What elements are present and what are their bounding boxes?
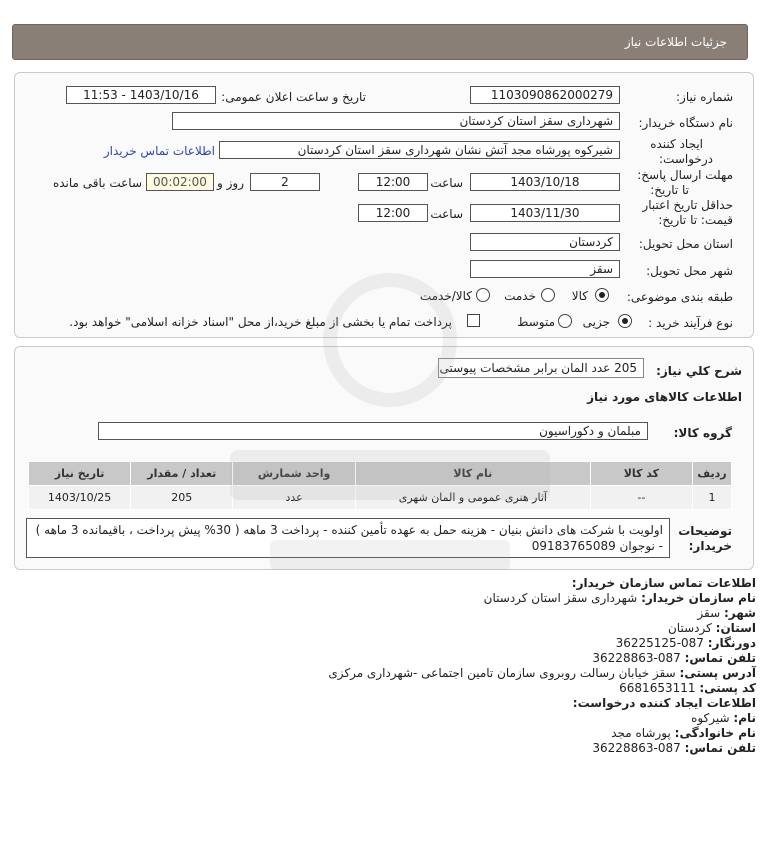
cell-unit: عدد	[232, 485, 356, 510]
goods-table-header: ردیف کد کالا نام کالا واحد شمارش تعداد /…	[27, 461, 733, 486]
buyer-phone-info: تلفن تماس: 087-36228863	[592, 651, 756, 665]
process-minor-label: جزیی	[582, 315, 610, 329]
treasury-payment-checkbox[interactable]	[467, 314, 480, 327]
process-label: نوع فرآیند خرید :	[648, 316, 733, 330]
cell-qty: 205	[130, 485, 234, 510]
process-medium-radio[interactable]	[558, 314, 572, 328]
col-qty: تعداد / مقدار	[130, 461, 234, 486]
buyer-org-info: نام سازمان خریدار: شهرداری سقز استان کرد…	[483, 591, 756, 605]
cell-code: --	[589, 485, 693, 510]
announce-datetime-field: 1403/10/16 - 11:53	[66, 86, 216, 104]
creator-name-info: نام: شیرکوه	[691, 711, 756, 725]
buyer-province-info: استان: کردستان	[667, 621, 756, 635]
category-service-label: خدمت	[504, 289, 536, 303]
process-medium-label: متوسط	[517, 315, 555, 329]
buyer-fax-info: دورنگار: 087-36225125	[615, 636, 756, 650]
treasury-payment-note: پرداخت تمام یا بخشی از مبلغ خرید،از محل …	[69, 315, 452, 329]
col-code: کد کالا	[589, 461, 693, 486]
deadline-time-label: ساعت	[430, 176, 463, 190]
buyer-org-field: شهرداری سقز استان کردستان	[172, 112, 620, 130]
deadline-label: مهلت ارسال پاسخ:	[637, 168, 733, 182]
deadline-label-2: تا تاریخ:	[650, 183, 689, 197]
col-date: تاریخ نیاز	[27, 461, 132, 486]
description-label: شرح کلي نياز:	[656, 364, 742, 378]
page-header: جزئیات اطلاعات نیاز	[12, 24, 748, 60]
category-both-radio[interactable]	[476, 288, 490, 302]
buyer-org-label: نام دستگاه خریدار:	[638, 116, 734, 130]
days-field: 2	[250, 173, 320, 191]
remaining-time-label: ساعت باقی مانده	[52, 176, 142, 190]
days-label: روز و	[217, 176, 244, 190]
page-title: جزئیات اطلاعات نیاز	[624, 35, 727, 49]
announce-datetime-label: تاریخ و ساعت اعلان عمومی:	[221, 90, 366, 104]
buyer-postal-info: کد پستی: 6681653111	[619, 681, 756, 695]
creator-field: شیرکوه پورشاه مجد آتش نشان شهرداری سقز ا…	[219, 141, 620, 159]
process-minor-radio[interactable]	[618, 314, 632, 328]
category-service-radio[interactable]	[541, 288, 555, 302]
validity-label-2: قیمت: تا تاریخ:	[658, 213, 733, 227]
creator-phone-info: تلفن تماس: 087-36228863	[592, 741, 756, 755]
buyer-contact-title: اطلاعات تماس سازمان خریدار:	[571, 576, 756, 590]
validity-time-field: 12:00	[358, 204, 428, 222]
buyer-address-info: آدرس پستی: سقز خیابان رسالت روبروی سازما…	[328, 666, 756, 680]
city-field: سقز	[470, 260, 620, 278]
goods-group-field: مبلمان و دکوراسیون	[98, 422, 648, 440]
cell-date: 1403/10/25	[27, 485, 132, 510]
category-label: طبقه بندی موضوعی:	[626, 290, 733, 304]
cell-row: 1	[691, 485, 733, 510]
creator-label-2: درخواست:	[659, 152, 713, 166]
validity-label: حداقل تاریخ اعتبار	[642, 198, 733, 212]
creator-family-info: نام خانوادگی: پورشاه مجد	[611, 726, 756, 740]
category-goods-radio[interactable]	[595, 288, 609, 302]
creator-contact-title: اطلاعات ایجاد کننده درخواست:	[572, 696, 756, 710]
description-field: 205 عدد المان برابر مشخصات پیوستی	[438, 358, 644, 378]
notes-field: اولویت با شرکت های دانش بنیان - هزینه حم…	[26, 518, 670, 558]
validity-date-field: 1403/11/30	[470, 204, 620, 222]
table-row: 1 -- آثار هنری عمومی و المان شهری عدد 20…	[27, 485, 733, 510]
province-label: استان محل تحویل:	[638, 237, 733, 251]
buyer-contact-link[interactable]: اطلاعات تماس خریدار	[104, 144, 215, 158]
category-both-label: کالا/خدمت	[419, 289, 472, 303]
deadline-date-field: 1403/10/18	[470, 173, 620, 191]
notes-label-2: خریدار:	[688, 539, 732, 553]
cell-name: آثار هنری عمومی و المان شهری	[354, 485, 591, 510]
notes-label: توضیحات	[678, 524, 732, 538]
need-number-label: شماره نیاز:	[676, 90, 733, 104]
creator-label: ایجاد کننده	[650, 137, 703, 151]
goods-section-title: اطلاعات کالاهای مورد نیاز	[587, 390, 742, 404]
category-goods-label: کالا	[571, 289, 588, 303]
col-name: نام کالا	[354, 461, 591, 486]
province-field: کردستان	[470, 233, 620, 251]
deadline-time-field: 12:00	[358, 173, 428, 191]
need-number-field: 1103090862000279	[470, 86, 620, 104]
validity-time-label: ساعت	[430, 207, 463, 221]
remaining-time-field: 00:02:00	[146, 173, 214, 191]
buyer-city-info: شهر: سقز	[697, 606, 756, 620]
col-row: ردیف	[691, 461, 733, 486]
goods-group-label: گروه کالا:	[673, 426, 732, 440]
goods-table: ردیف کد کالا نام کالا واحد شمارش تعداد /…	[27, 461, 733, 510]
city-label: شهر محل تحویل:	[646, 264, 733, 278]
col-unit: واحد شمارش	[232, 461, 356, 486]
